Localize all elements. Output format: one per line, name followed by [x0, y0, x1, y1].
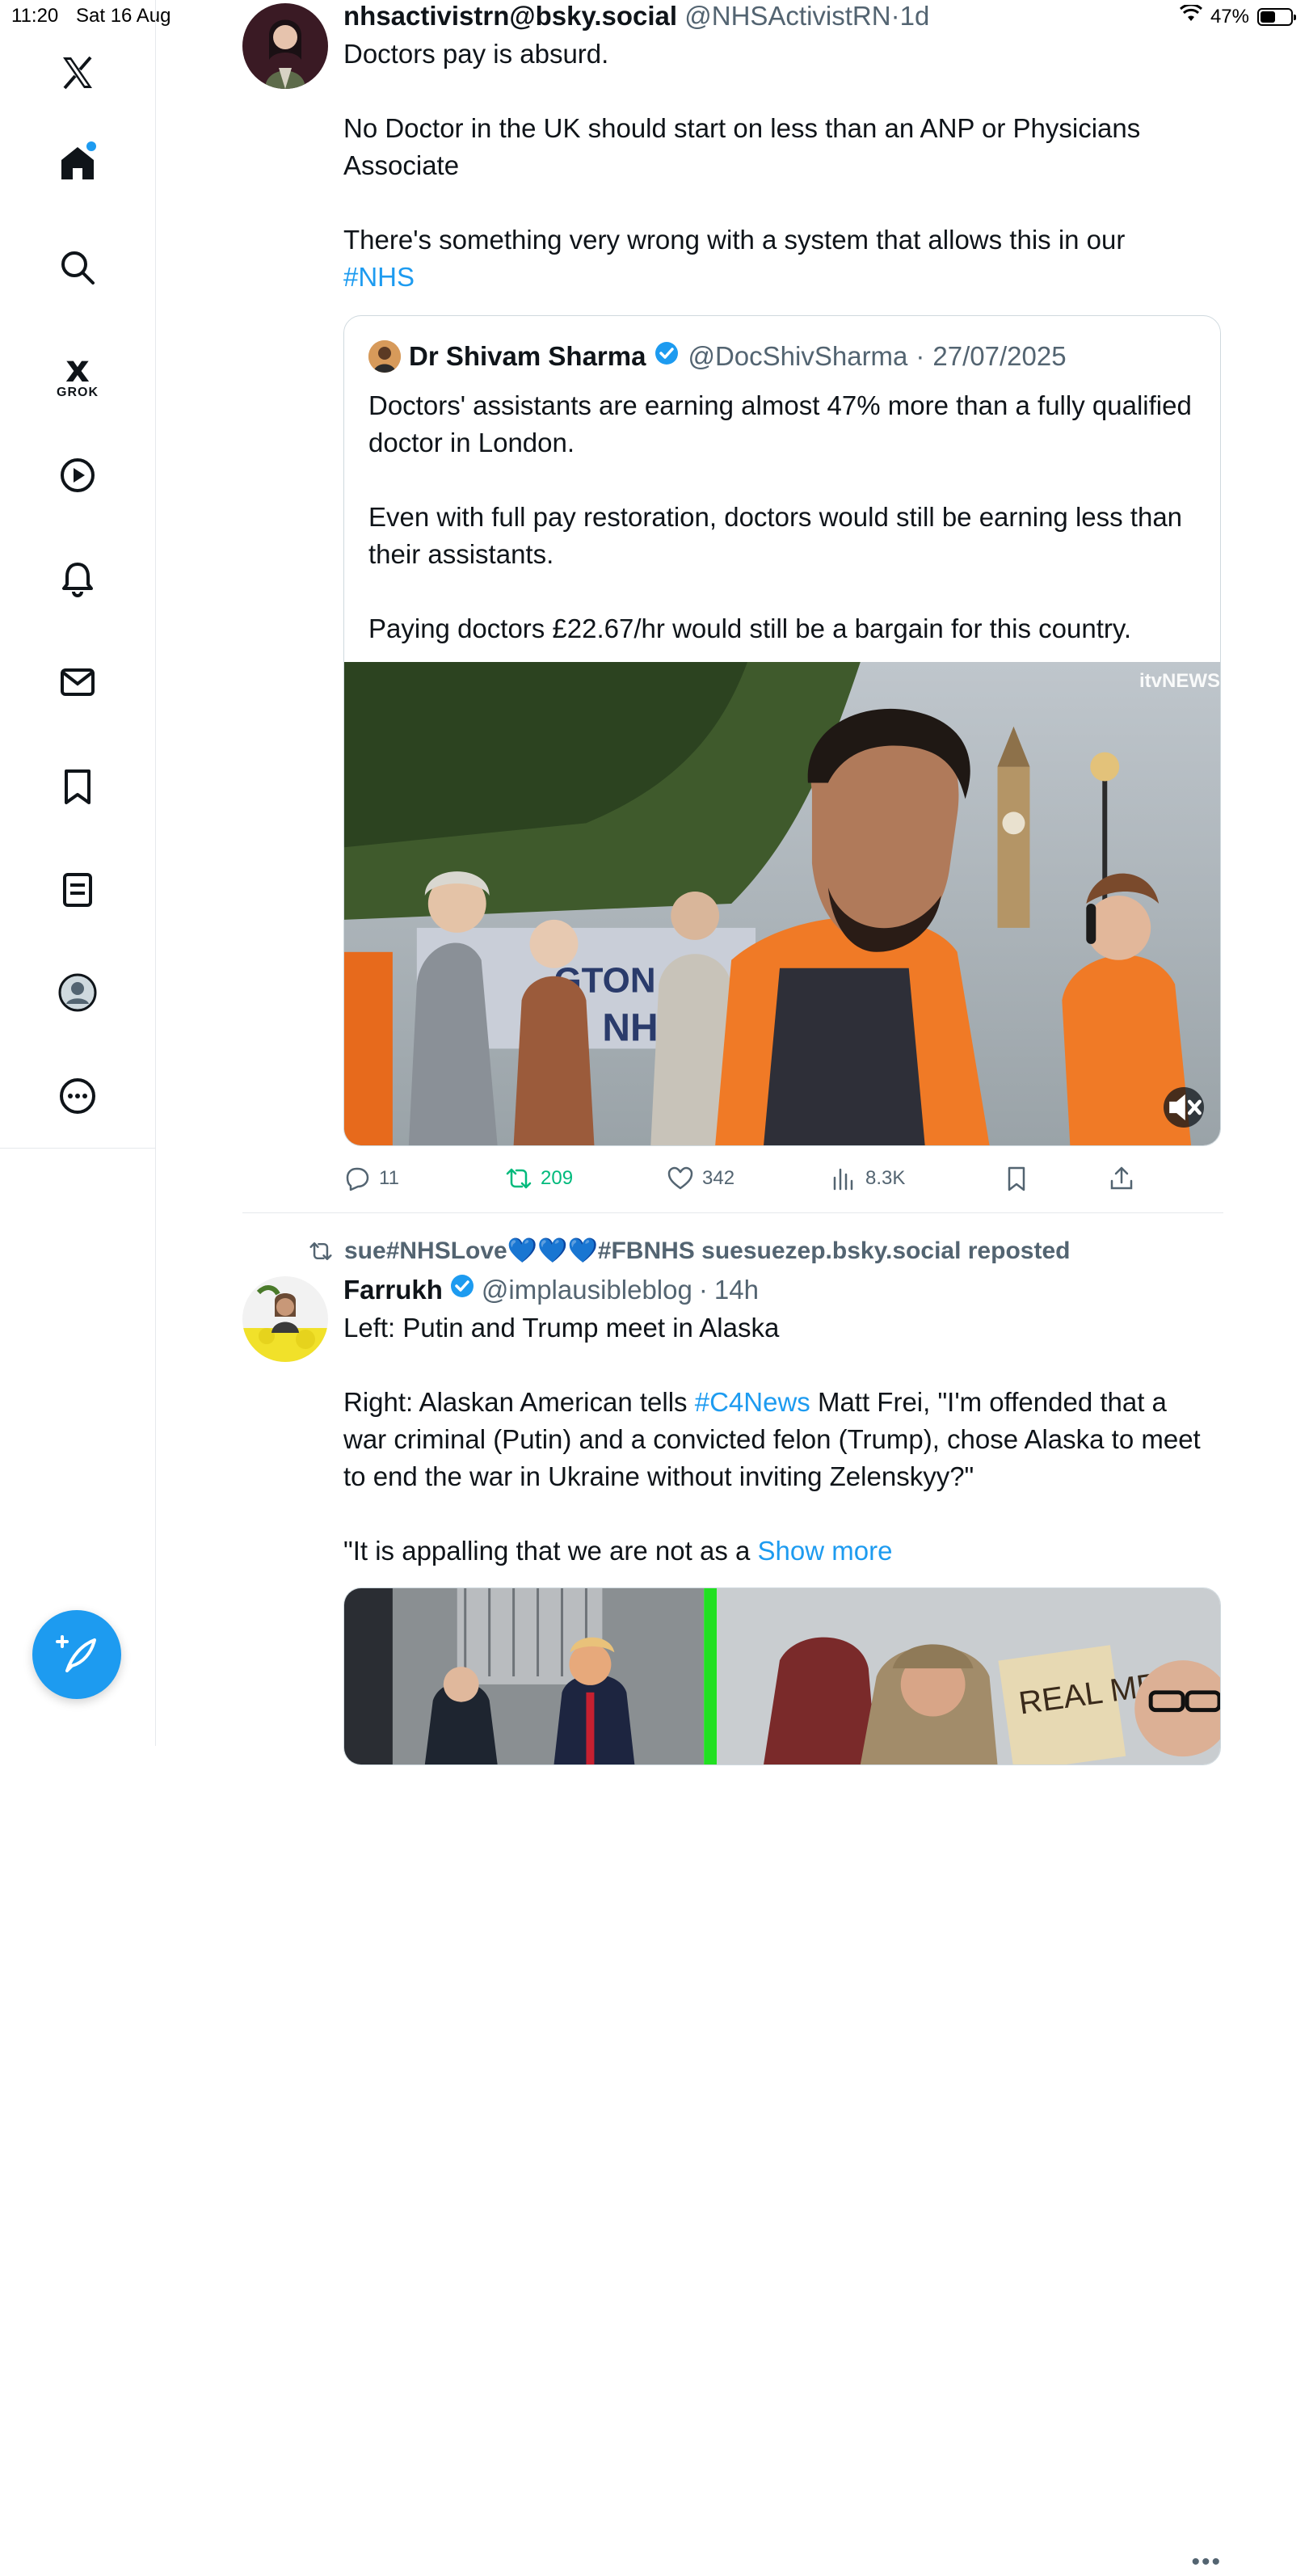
tweet[interactable]: nhsactivistrn@bsky.social @NHSActivistRN…	[242, 0, 1223, 1212]
quote-text-paragraph: Doctors' assistants are earning almost 4…	[368, 390, 1192, 457]
hashtag-link[interactable]: #C4News	[695, 1387, 810, 1417]
home-icon[interactable]	[49, 135, 106, 192]
verified-badge-icon	[654, 340, 680, 373]
more-icon[interactable]	[49, 1068, 106, 1124]
reposted-by-text: sue#NHSLove💙💙💙#FBNHS suesuezep.bsky.soci…	[344, 1237, 1071, 1264]
tweet-text-paragraph: "It is appalling that we are not as a Sh…	[343, 1536, 893, 1566]
quote-text-paragraph: Even with full pay restoration, doctors …	[368, 502, 1183, 569]
reply-button[interactable]: 11	[343, 1165, 505, 1192]
notifications-icon[interactable]	[49, 550, 106, 607]
display-name[interactable]: nhsactivistrn@bsky.social	[343, 1, 677, 31]
bookmark-button[interactable]	[1003, 1165, 1108, 1192]
like-count: 342	[702, 1167, 735, 1189]
search-icon[interactable]	[49, 239, 106, 296]
more-options-icon[interactable]: •••	[1191, 2549, 1222, 2576]
separator-dot: ·	[698, 1274, 708, 1305]
tweet-separator	[242, 1212, 1223, 1213]
tweet-text-paragraph: No Doctor in the UK should start on less…	[343, 113, 1141, 180]
quote-date: 27/07/2025	[932, 341, 1067, 371]
reply-count: 11	[379, 1167, 399, 1189]
tweet-content: nhsactivistrn@bsky.social @NHSActivistRN…	[343, 0, 1223, 296]
avatar[interactable]	[242, 3, 328, 89]
quote-tweet[interactable]: Dr Shivam Sharma @DocShivSharma · 27/07/20…	[343, 315, 1221, 1146]
battery-icon	[1257, 7, 1296, 26]
messages-icon[interactable]	[49, 654, 106, 710]
heart-icon	[667, 1166, 693, 1190]
views-icon	[833, 1168, 853, 1191]
display-name[interactable]: Farrukh	[343, 1274, 443, 1306]
grok-mark: ⅹ	[65, 347, 90, 390]
quote-avatar	[368, 340, 401, 373]
tweet-header: nhsactivistrn@bsky.social @NHSActivistRN…	[343, 0, 1223, 32]
tweet-text-line: Doctors pay is absurd.	[343, 39, 609, 69]
compose-button[interactable]	[32, 1610, 121, 1699]
handle[interactable]: @implausibleblog	[482, 1274, 692, 1306]
tweet-header: Farrukh @implausibleblog · 14h	[343, 1273, 1223, 1306]
separator-dot: ·	[915, 341, 925, 371]
video-icon[interactable]	[49, 447, 106, 504]
reply-icon	[346, 1167, 369, 1191]
repost-icon	[506, 1168, 532, 1189]
x-logo-icon[interactable]	[49, 44, 106, 101]
timestamp[interactable]: 14h	[714, 1274, 759, 1306]
quote-header: Dr Shivam Sharma @DocShivSharma · 27/07/20…	[368, 340, 1067, 373]
repost-icon	[309, 1242, 332, 1260]
tweet-media[interactable]: REAL MEN	[343, 1587, 1221, 1765]
media-image: REAL MEN	[344, 1588, 1220, 1764]
quote-text: Doctors' assistants are earning almost 4…	[368, 387, 1204, 647]
grok-icon[interactable]: ⅹ GROK	[49, 339, 106, 412]
sidebar-divider	[0, 1148, 155, 1149]
quote-text-paragraph: Paying doctors £22.67/hr would still be …	[368, 613, 1132, 643]
quote-display-name: Dr Shivam Sharma	[409, 341, 646, 371]
profile-icon[interactable]	[49, 964, 106, 1021]
tweet-content: Farrukh @implausibleblog · 14h Left: Putin…	[343, 1273, 1223, 1570]
compose-feather-icon	[56, 1635, 96, 1672]
avatar[interactable]	[242, 1276, 328, 1362]
sidebar: ⅹ GROK	[0, 0, 156, 1746]
quote-handle: @DocShivSharma	[688, 341, 908, 371]
lists-icon[interactable]	[49, 862, 106, 918]
verified-badge-icon	[449, 1273, 475, 1306]
share-icon	[1110, 1166, 1133, 1190]
show-more-link[interactable]: Show more	[758, 1536, 893, 1566]
handle[interactable]: @NHSActivistRN	[684, 1, 890, 31]
tweet-text-paragraph: There's something very wrong with a syst…	[343, 225, 1126, 255]
like-button[interactable]: 342	[667, 1165, 830, 1192]
video-frame: GTON NHS	[344, 662, 1220, 1145]
mute-icon[interactable]	[1164, 1087, 1204, 1128]
tweet-text-paragraph: Right: Alaskan American tells #C4News Ma…	[343, 1387, 1201, 1491]
grok-label: GROK	[57, 386, 99, 399]
share-button[interactable]	[1108, 1165, 1135, 1192]
views-count: 8.3K	[865, 1167, 906, 1189]
repost-button[interactable]: 209	[505, 1165, 667, 1192]
hashtag-link[interactable]: #NHS	[343, 259, 1223, 296]
timestamp[interactable]: 1d	[900, 1, 930, 31]
tweet-actions: 11 209 342 8.3K	[343, 1162, 1221, 1195]
notification-dot	[86, 141, 96, 151]
bookmark-icon	[1008, 1166, 1025, 1191]
video-player[interactable]: GTON NHS itvNEWS	[344, 662, 1220, 1145]
separator-dot: ·	[890, 1, 900, 31]
repost-count: 209	[541, 1167, 574, 1189]
views-button[interactable]: 8.3K	[830, 1165, 1003, 1192]
reposted-by[interactable]: sue#NHSLove💙💙💙#FBNHS suesuezep.bsky.soci…	[309, 1237, 1070, 1265]
itv-news-watermark: itvNEWS	[1139, 670, 1220, 692]
bookmarks-icon[interactable]	[49, 758, 106, 815]
tweet-text-line: Left: Putin and Trump meet in Alaska	[343, 1313, 780, 1343]
